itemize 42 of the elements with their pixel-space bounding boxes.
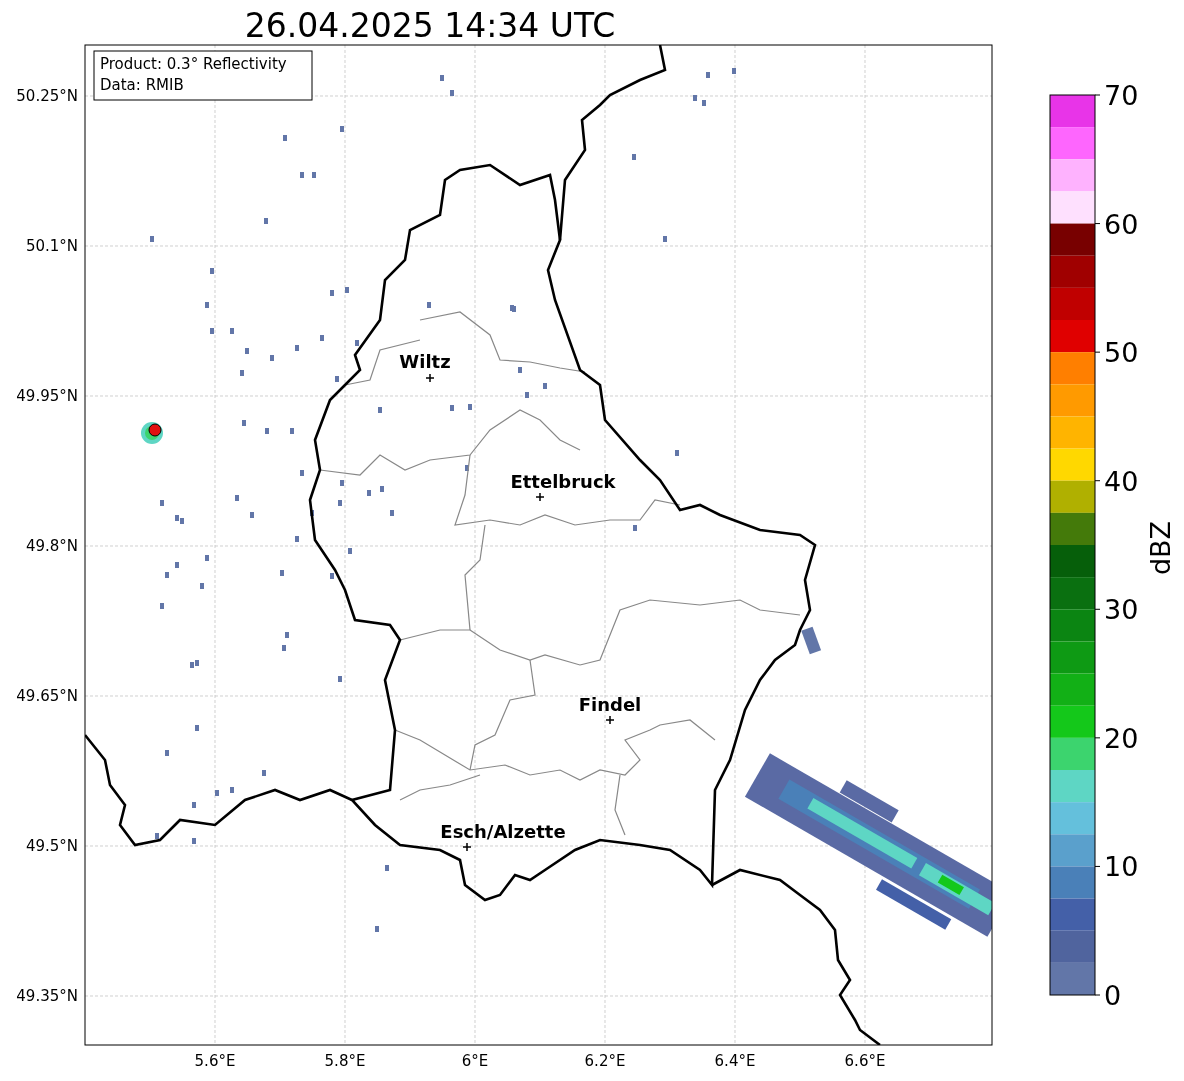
city-label: Ettelbruck bbox=[510, 471, 616, 492]
info-text: Product: 0.3° Reflectivity bbox=[100, 55, 287, 73]
colorbar-tick-mark bbox=[1094, 865, 1101, 867]
longitude-label: 5.8°E bbox=[324, 1052, 366, 1070]
colorbar-tick-label: 30 bbox=[1104, 594, 1139, 626]
city-marker-icon bbox=[605, 715, 615, 725]
colorbar-tick-mark bbox=[1094, 480, 1101, 482]
city-label: Findel bbox=[578, 694, 642, 715]
latitude-label: 49.35°N bbox=[16, 987, 78, 1005]
colorbar-tick-label: 70 bbox=[1104, 80, 1139, 111]
city-marker-icon bbox=[462, 842, 472, 852]
colorbar-tick-mark bbox=[1094, 351, 1101, 353]
latitude-label: 50.1°N bbox=[25, 237, 78, 255]
longitude-label: 6.2°E bbox=[584, 1052, 626, 1070]
colorbar-tick-mark bbox=[1094, 223, 1101, 225]
radar-site-marker bbox=[148, 423, 162, 437]
colorbar-tick-label: 40 bbox=[1104, 465, 1139, 497]
colorbar-tick-label: 20 bbox=[1104, 722, 1139, 754]
latitude-label: 49.5°N bbox=[25, 837, 78, 855]
city-marker-icon bbox=[425, 373, 435, 383]
colorbar-tick-label: 0 bbox=[1104, 980, 1122, 1011]
city-marker-icon bbox=[535, 492, 545, 502]
colorbar-tick-mark bbox=[1094, 608, 1101, 610]
city-label: Wiltz bbox=[399, 351, 451, 372]
info-text: Data: RMIB bbox=[100, 76, 184, 94]
longitude-label: 5.6°E bbox=[194, 1052, 236, 1070]
map-title: 26.04.2025 14:34 UTC bbox=[244, 6, 616, 45]
longitude-label: 6°E bbox=[461, 1052, 489, 1070]
longitude-label: 6.4°E bbox=[714, 1052, 756, 1070]
latitude-label: 49.95°N bbox=[16, 387, 78, 405]
colorbar-tick-label: 60 bbox=[1104, 208, 1139, 240]
colorbar-tick-label: 10 bbox=[1104, 851, 1139, 883]
latitude-label: 49.8°N bbox=[25, 537, 78, 555]
city-label: Esch/Alzette bbox=[440, 821, 566, 842]
colorbar-tick-mark bbox=[1094, 994, 1101, 996]
colorbar-tick-label: 50 bbox=[1104, 337, 1139, 369]
colorbar-tick-mark bbox=[1094, 94, 1101, 96]
latitude-label: 49.65°N bbox=[16, 687, 78, 705]
longitude-label: 6.6°E bbox=[844, 1052, 886, 1070]
colorbar-tick-mark bbox=[1094, 737, 1101, 739]
latitude-label: 50.25°N bbox=[16, 87, 78, 105]
colorbar-title: dBZ bbox=[1145, 520, 1176, 576]
